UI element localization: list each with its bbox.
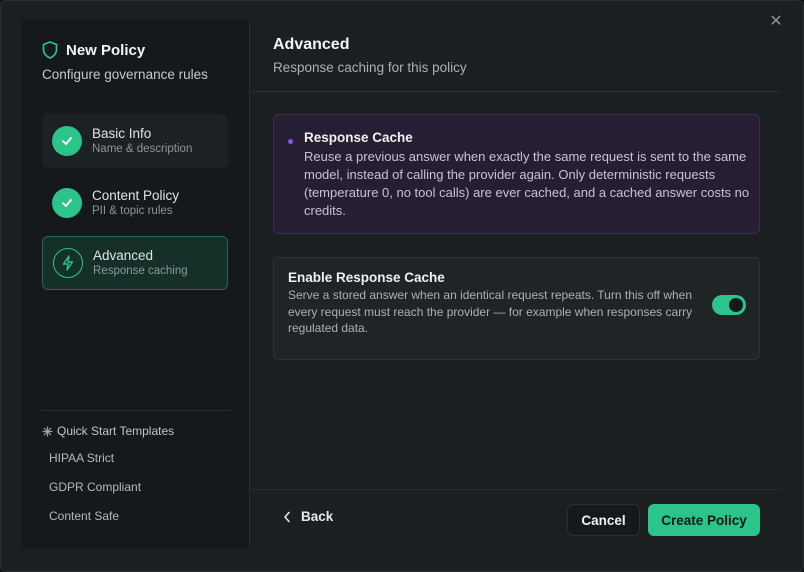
sidebar: New Policy Configure governance rules Ba… xyxy=(21,19,250,549)
divider xyxy=(251,489,781,490)
step-label: Content Policy xyxy=(92,188,180,203)
response-cache-toggle[interactable] xyxy=(712,295,746,315)
quick-start-header: Quick Start Templates xyxy=(42,424,174,438)
page-subtitle: Response caching for this policy xyxy=(273,60,467,75)
sidebar-title: New Policy xyxy=(66,41,146,59)
divider xyxy=(42,410,230,411)
new-policy-dialog: ✕ New Policy Configure governance rules … xyxy=(0,0,804,572)
toggle-knob xyxy=(729,298,743,312)
close-icon[interactable]: ✕ xyxy=(767,13,785,31)
info-callout: Response Cache Reuse a previous answer w… xyxy=(273,114,760,234)
step-description: Response caching xyxy=(93,265,188,277)
back-label: Back xyxy=(301,509,334,524)
divider xyxy=(251,91,781,92)
create-policy-button[interactable]: Create Policy xyxy=(648,504,760,536)
sidebar-header: New Policy xyxy=(42,41,145,59)
bullet-icon xyxy=(288,139,293,144)
quick-start-title: Quick Start Templates xyxy=(57,424,175,438)
check-icon xyxy=(52,126,82,156)
chevron-left-icon xyxy=(284,511,290,522)
info-body: Reuse a previous answer when exactly the… xyxy=(304,149,750,218)
setting-description: Serve a stored answer when an identical … xyxy=(288,288,693,335)
lightning-icon xyxy=(53,248,83,278)
template-gdpr-compliant[interactable]: GDPR Compliant xyxy=(49,480,141,494)
page-title: Advanced xyxy=(273,36,350,53)
setting-title: Enable Response Cache xyxy=(288,270,445,285)
sparkle-icon xyxy=(42,426,53,436)
sidebar-subtitle: Configure governance rules xyxy=(42,67,208,82)
step-label: Advanced xyxy=(93,248,154,263)
step-content-policy[interactable]: Content Policy PII & topic rules xyxy=(42,176,228,230)
response-cache-setting: Enable Response Cache Serve a stored ans… xyxy=(273,257,760,360)
cancel-button[interactable]: Cancel xyxy=(567,504,640,536)
back-button[interactable]: Back xyxy=(283,509,333,524)
shield-icon xyxy=(42,41,58,59)
step-advanced[interactable]: Advanced Response caching xyxy=(42,236,228,290)
check-icon xyxy=(52,188,82,218)
template-hipaa-strict[interactable]: HIPAA Strict xyxy=(49,451,114,465)
step-description: Name & description xyxy=(92,143,193,155)
step-description: PII & topic rules xyxy=(92,205,173,217)
step-basic-info[interactable]: Basic Info Name & description xyxy=(42,114,228,168)
template-content-safe[interactable]: Content Safe xyxy=(49,509,119,523)
step-label: Basic Info xyxy=(92,126,152,141)
info-title: Response Cache xyxy=(304,130,413,145)
